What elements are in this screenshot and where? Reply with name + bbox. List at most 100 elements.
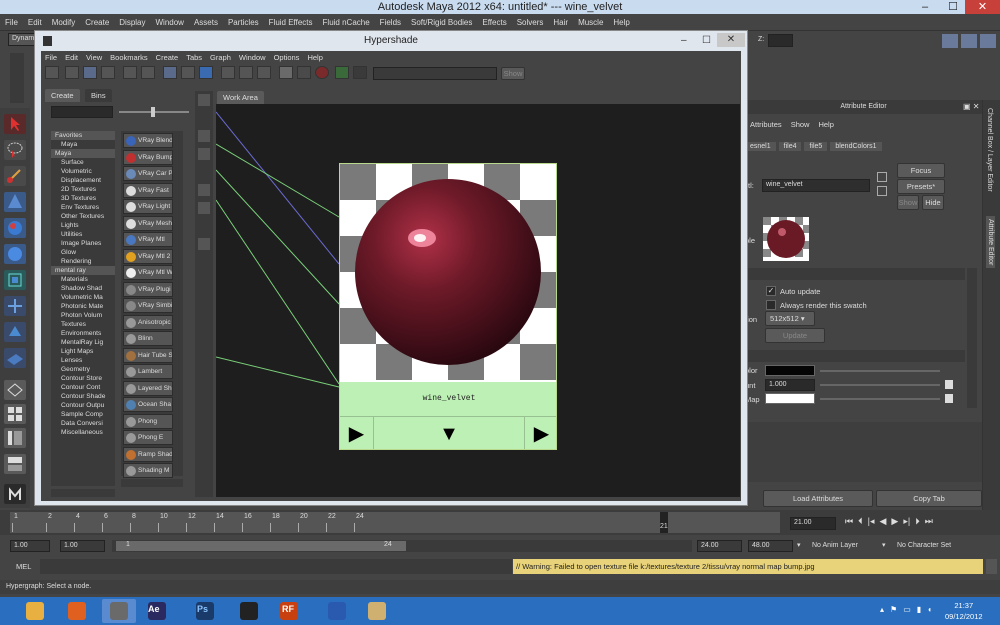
shelf-handle[interactable] bbox=[10, 53, 24, 103]
graph-layout-icon[interactable] bbox=[4, 454, 26, 474]
paint-select-icon[interactable] bbox=[4, 166, 26, 186]
ae-tab-file5[interactable]: file5 bbox=[804, 142, 828, 151]
hs-menu-graph[interactable]: Graph bbox=[206, 53, 235, 62]
node-button[interactable]: VRay Blend bbox=[123, 133, 173, 148]
manipulator-icon[interactable] bbox=[4, 270, 26, 290]
tree-item[interactable]: Favorites bbox=[51, 131, 115, 140]
channel-box-side-tab[interactable]: Channel Box / Layer Editor bbox=[986, 108, 993, 192]
tree-item[interactable]: Glow bbox=[51, 248, 115, 257]
auto-update-checkbox[interactable]: ✓ bbox=[766, 286, 776, 296]
tree-item[interactable]: Surface bbox=[51, 158, 115, 167]
select-tool-icon[interactable] bbox=[4, 114, 26, 134]
taskbar-app-button[interactable] bbox=[60, 599, 94, 623]
resolution-dropdown[interactable]: 512x512 ▾ bbox=[765, 311, 815, 326]
attribute-editor-side-tab[interactable]: Attribute Editor bbox=[986, 216, 995, 269]
end-time-field[interactable]: 48.00 bbox=[748, 540, 793, 552]
tree-item[interactable]: mental ray bbox=[51, 266, 115, 275]
scale-tool-icon[interactable] bbox=[4, 244, 26, 264]
time-slider[interactable]: 1 2 4 6 8 10 12 14 16 18 20 22 24 21 21.00 ⏮ ⏴ |◂ ◀ … bbox=[0, 510, 1000, 535]
graph-upstream-icon[interactable] bbox=[181, 66, 195, 79]
menu-particles[interactable]: Particles bbox=[223, 18, 264, 27]
step-back-key-icon[interactable]: ⏴ bbox=[858, 516, 863, 527]
hs-menu-tabs[interactable]: Tabs bbox=[182, 53, 206, 62]
hide-button[interactable]: Hide bbox=[922, 195, 944, 210]
rotate-tool-icon[interactable] bbox=[4, 218, 26, 238]
step-forward-key-icon[interactable]: ⏵ bbox=[915, 516, 920, 527]
section-header[interactable] bbox=[745, 268, 965, 280]
range-slider-handle[interactable] bbox=[116, 541, 406, 551]
taskbar-app-button[interactable] bbox=[232, 599, 266, 623]
color-swatch[interactable] bbox=[765, 365, 815, 376]
menu-fluid-effects[interactable]: Fluid Effects bbox=[264, 18, 318, 27]
menu-fields[interactable]: Fields bbox=[375, 18, 406, 27]
grid-snap-icon[interactable] bbox=[123, 66, 137, 79]
node-button[interactable]: Shading M bbox=[123, 463, 173, 478]
tree-item[interactable]: Materials bbox=[51, 275, 115, 284]
shelf-toggle-icon[interactable] bbox=[45, 66, 59, 79]
playback-end-field[interactable]: 24.00 bbox=[697, 540, 742, 552]
node-button[interactable]: Ocean Sha bbox=[123, 397, 173, 412]
single-pane-layout-icon[interactable] bbox=[4, 380, 26, 400]
load-attributes-button[interactable]: Load Attributes bbox=[763, 490, 873, 507]
tree-item[interactable]: Miscellaneous bbox=[51, 428, 115, 437]
side-tool-3-icon[interactable] bbox=[198, 148, 210, 160]
graph-clear-icon[interactable] bbox=[297, 66, 311, 79]
ae-close-icon[interactable]: ▣ ✕ bbox=[963, 102, 979, 111]
node-button[interactable]: Lambert bbox=[123, 364, 173, 379]
four-pane-layout-icon[interactable] bbox=[4, 404, 26, 424]
node-button[interactable]: VRay Bump bbox=[123, 149, 173, 165]
tree-item[interactable]: Photonic Mate bbox=[51, 302, 115, 311]
presets-button[interactable]: Presets* bbox=[897, 179, 945, 194]
tree-item[interactable]: Volumetric bbox=[51, 167, 115, 176]
go-to-start-icon[interactable]: ⏮ bbox=[845, 516, 853, 527]
show-button[interactable]: Show bbox=[897, 195, 919, 210]
menu-effects[interactable]: Effects bbox=[477, 18, 511, 27]
menu-help[interactable]: Help bbox=[608, 18, 634, 27]
menu-modify[interactable]: Modify bbox=[47, 18, 81, 27]
node-button[interactable]: Anisotropic bbox=[123, 314, 173, 330]
node-button[interactable]: Phong bbox=[123, 413, 173, 429]
hs-menu-bookmarks[interactable]: Bookmarks bbox=[106, 53, 152, 62]
tree-item[interactable]: MentalRay Lig bbox=[51, 338, 115, 347]
render-region-icon[interactable] bbox=[279, 66, 293, 79]
tree-item[interactable]: Maya bbox=[51, 149, 115, 158]
node-button[interactable]: VRay Mtl 2 bbox=[123, 248, 173, 264]
tree-item[interactable]: Contour Cont bbox=[51, 383, 115, 392]
ae-menu-help[interactable]: Help bbox=[818, 120, 833, 129]
node-button[interactable]: Layered Sh bbox=[123, 380, 173, 396]
tree-item[interactable]: Contour Outpu bbox=[51, 401, 115, 410]
menu-create[interactable]: Create bbox=[80, 18, 114, 27]
tree-item[interactable]: Other Textures bbox=[51, 212, 115, 221]
display-icon[interactable]: ▭ bbox=[903, 605, 911, 614]
tree-item[interactable]: Sample Comp bbox=[51, 410, 115, 419]
z-field[interactable] bbox=[768, 34, 793, 47]
taskbar-app-button[interactable] bbox=[102, 599, 136, 623]
render-icon[interactable] bbox=[315, 66, 329, 79]
section-header-2[interactable] bbox=[745, 350, 965, 362]
menu-solvers[interactable]: Solvers bbox=[512, 18, 549, 27]
node-button[interactable]: Phong E bbox=[123, 430, 173, 445]
step-back-frame-icon[interactable]: |◂ bbox=[868, 516, 875, 527]
tree-item[interactable]: Image Planes bbox=[51, 239, 115, 248]
tree-item[interactable]: Light Maps bbox=[51, 347, 115, 356]
tree-item[interactable]: Contour Store bbox=[51, 374, 115, 383]
ae-tab-esnel1[interactable]: esnel1 bbox=[745, 142, 776, 151]
tab-work-area[interactable]: Work Area bbox=[217, 91, 264, 104]
update-button[interactable]: Update bbox=[765, 328, 825, 343]
focus-button[interactable]: Focus bbox=[897, 163, 945, 178]
menu-edit[interactable]: Edit bbox=[23, 18, 47, 27]
tree-item[interactable]: Environments bbox=[51, 329, 115, 338]
channel-box-toggle-icon[interactable] bbox=[961, 34, 977, 48]
tab-create[interactable]: Create bbox=[45, 89, 80, 102]
lasso-tool-icon[interactable] bbox=[4, 140, 26, 160]
char-set-dropdown-icon[interactable]: ▾ bbox=[882, 541, 886, 549]
material-node-swatch[interactable]: wine_velvet ▶ ▼ ▶ bbox=[339, 163, 557, 450]
play-forwards-icon[interactable]: ▶ bbox=[891, 516, 898, 527]
graph-both-icon[interactable] bbox=[199, 66, 213, 79]
node-button[interactable]: Ramp Shad bbox=[123, 446, 173, 462]
hs-show-button[interactable]: Show bbox=[501, 67, 525, 80]
always-render-checkbox[interactable] bbox=[766, 300, 776, 310]
node-button[interactable]: VRay Simbi bbox=[123, 298, 173, 313]
menu-window[interactable]: Window bbox=[151, 18, 189, 27]
playback-start-field[interactable]: 1.00 bbox=[60, 540, 105, 552]
